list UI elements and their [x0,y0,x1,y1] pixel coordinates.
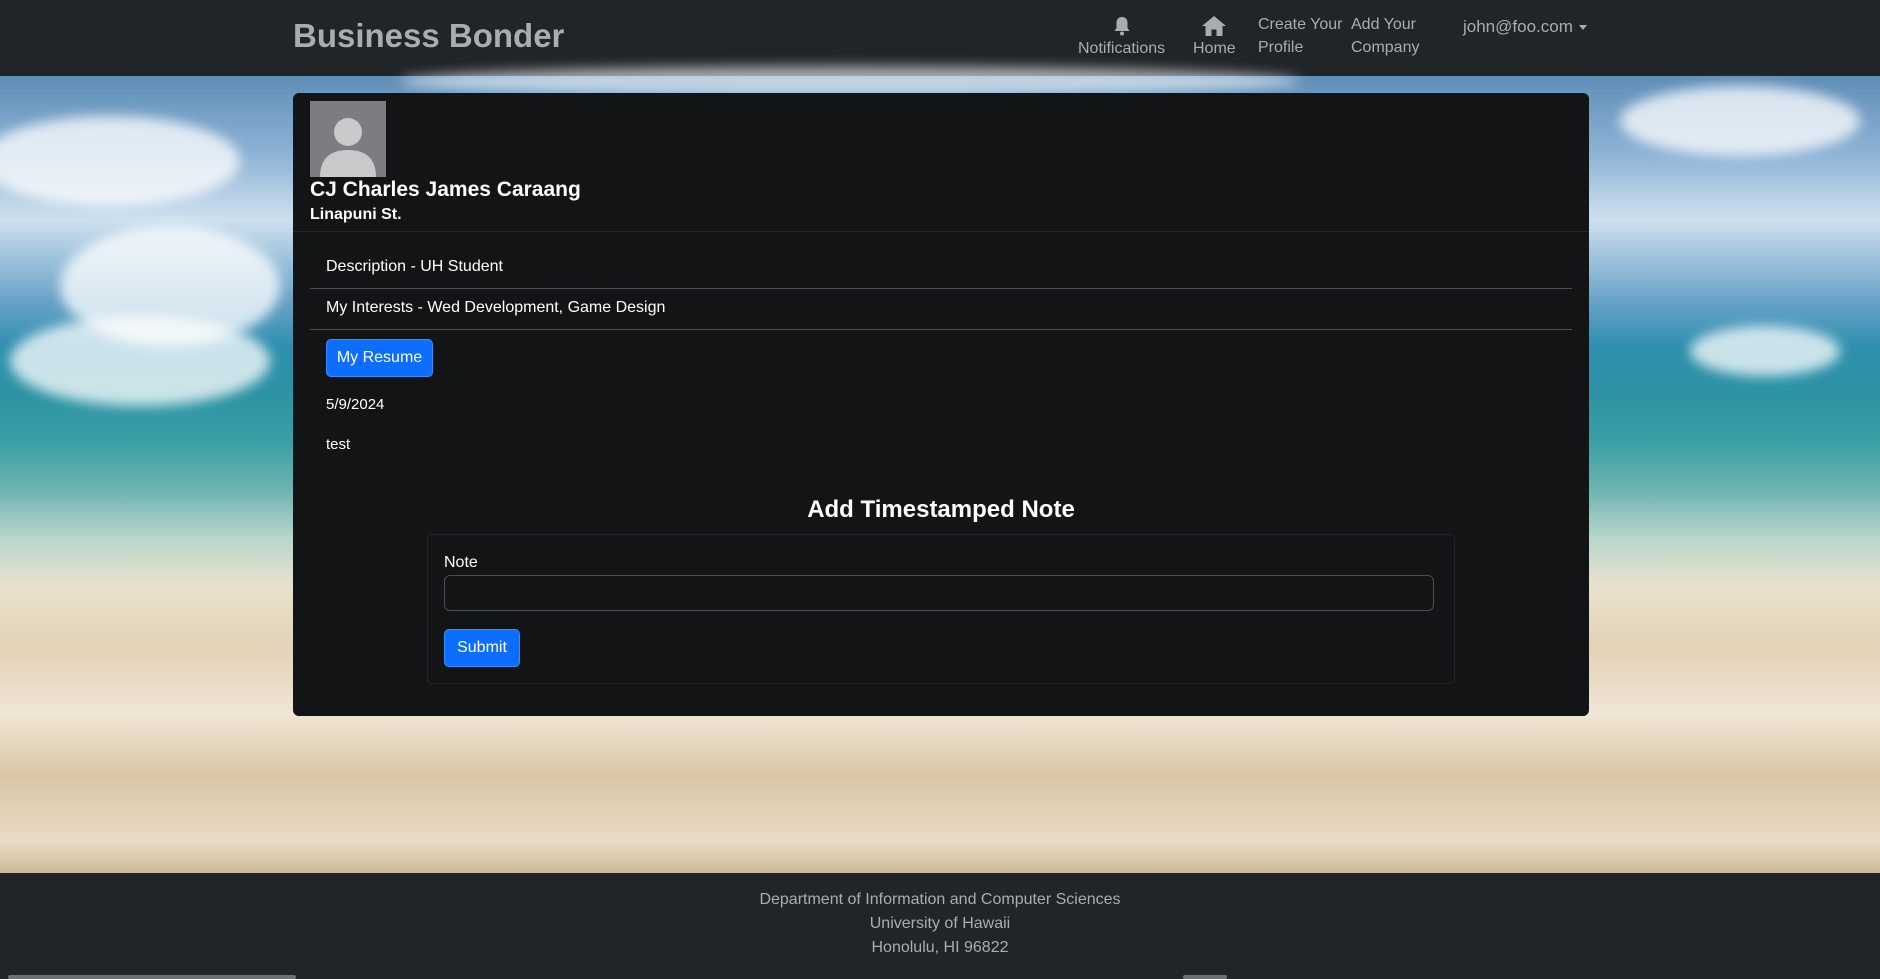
bell-icon [1114,17,1130,36]
submit-button[interactable]: Submit [444,629,520,667]
nav-home[interactable]: Home [1193,16,1236,60]
scrollbar-thumb[interactable] [1183,975,1227,979]
nav-notifications-label: Notifications [1078,40,1166,57]
top-navbar: Business Bonder Notifications Home Creat… [0,0,1880,76]
avatar [310,101,386,177]
footer-department: Department of Information and Computer S… [759,891,1121,908]
description-text: Description - UH Student [326,258,503,275]
add-note-title: Add Timestamped Note [807,496,1075,523]
brand-logo[interactable]: Business Bonder [293,17,564,55]
interests-text: My Interests - Wed Development, Game Des… [326,299,666,316]
note-text: test [326,436,351,453]
nav-home-label: Home [1193,40,1236,57]
nav-add-company-line1: Add Your [1351,16,1416,33]
list-item-description: Description - UH Student [310,248,1572,289]
add-note-form: Note Submit [427,534,1455,684]
nav-create-profile-line2: Profile [1258,39,1304,56]
home-icon [1202,16,1227,36]
footer-university: University of Hawaii [869,915,1011,932]
nav-create-profile[interactable]: Create Your Profile [1258,13,1343,59]
my-resume-button[interactable]: My Resume [326,339,433,377]
user-dropdown[interactable]: john@foo.com [1463,17,1587,37]
profile-street: Linapuni St. [310,206,402,223]
chevron-down-icon [1578,25,1587,31]
note-field-label: Note [444,554,478,571]
user-email: john@foo.com [1463,17,1573,36]
note-date: 5/9/2024 [326,396,385,413]
footer: Department of Information and Computer S… [0,873,1880,979]
nav-notifications[interactable]: Notifications [1078,16,1165,60]
nav-add-company[interactable]: Add Your Company [1351,13,1419,59]
profile-name: CJ Charles James Caraang [310,178,581,201]
profile-card: CJ Charles James Caraang Linapuni St. De… [293,93,1589,716]
nav-add-company-line2: Company [1351,39,1420,56]
list-item-interests: My Interests - Wed Development, Game Des… [310,289,1572,330]
divider [293,231,1589,232]
user-placeholder-icon [320,118,376,177]
footer-address: Honolulu, HI 96822 [871,939,1009,956]
horizontal-scrollbar[interactable] [8,975,296,979]
note-input[interactable] [444,575,1434,611]
nav-create-profile-line1: Create Your [1258,16,1343,33]
